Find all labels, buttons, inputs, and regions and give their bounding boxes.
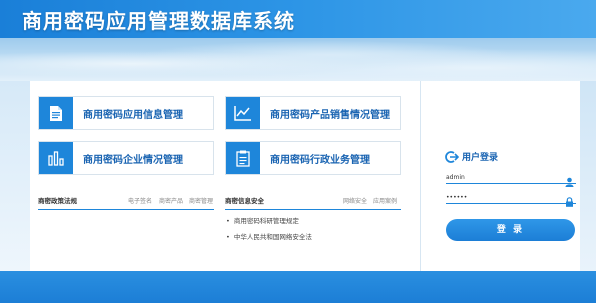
password-input[interactable] bbox=[446, 191, 564, 203]
tab-crypto-management[interactable]: 商密管理 bbox=[189, 196, 213, 205]
module-label: 商用密码产品销售情况管理 bbox=[270, 110, 390, 121]
bullet-icon: • bbox=[226, 233, 230, 241]
app-title: 商用密码应用管理数据库系统 bbox=[22, 9, 295, 33]
module-label: 商用密码行政业务管理 bbox=[270, 155, 370, 166]
clipboard-icon bbox=[226, 142, 260, 174]
module-label: 商用密码企业情况管理 bbox=[83, 155, 183, 166]
news-item[interactable]: • 中华人民共和国网络安全法 bbox=[226, 231, 312, 241]
news-item[interactable]: • 商用密码科研管理规定 bbox=[226, 215, 299, 225]
lock-icon bbox=[565, 192, 574, 207]
header-bar: 商用密码应用管理数据库系统 bbox=[0, 0, 596, 38]
module-enterprise-info[interactable]: 商用密码企业情况管理 bbox=[38, 141, 214, 175]
security-section-title: 商密信息安全 bbox=[225, 197, 264, 205]
security-section-header: 商密信息安全 网络安全 应用案例 bbox=[225, 191, 401, 210]
line-chart-icon bbox=[226, 97, 260, 129]
login-title-text: 用户登录 bbox=[462, 153, 499, 163]
footer-bar bbox=[0, 271, 596, 303]
password-field bbox=[446, 191, 576, 207]
module-product-sales[interactable]: 商用密码产品销售情况管理 bbox=[225, 96, 401, 130]
policy-section-title: 商密政策法规 bbox=[38, 197, 77, 205]
left-decoration bbox=[0, 81, 30, 271]
document-icon bbox=[39, 97, 73, 129]
news-item-text: 中华人民共和国网络安全法 bbox=[233, 233, 312, 241]
right-decoration bbox=[579, 81, 596, 271]
tab-network-security[interactable]: 网络安全 bbox=[343, 196, 367, 205]
bar-chart-icon bbox=[39, 142, 73, 174]
module-label: 商用密码应用信息管理 bbox=[83, 110, 183, 121]
username-field bbox=[446, 171, 576, 187]
tab-application-cases[interactable]: 应用案例 bbox=[373, 196, 397, 205]
module-crypto-application-info[interactable]: 商用密码应用信息管理 bbox=[38, 96, 214, 130]
policy-section-header: 商密政策法规 电子签名 商密产品 商密管理 bbox=[38, 191, 214, 210]
user-icon bbox=[565, 172, 574, 187]
login-arrow-icon bbox=[445, 149, 460, 168]
tab-electronic-signature[interactable]: 电子签名 bbox=[128, 196, 152, 205]
bullet-icon: • bbox=[226, 217, 230, 225]
tab-crypto-products[interactable]: 商密产品 bbox=[159, 196, 183, 205]
login-button[interactable]: 登 录 bbox=[446, 219, 575, 241]
news-item-text: 商用密码科研管理规定 bbox=[233, 217, 299, 225]
module-administrative-business[interactable]: 商用密码行政业务管理 bbox=[225, 141, 401, 175]
username-input[interactable] bbox=[446, 171, 564, 183]
header-banner bbox=[0, 38, 596, 81]
